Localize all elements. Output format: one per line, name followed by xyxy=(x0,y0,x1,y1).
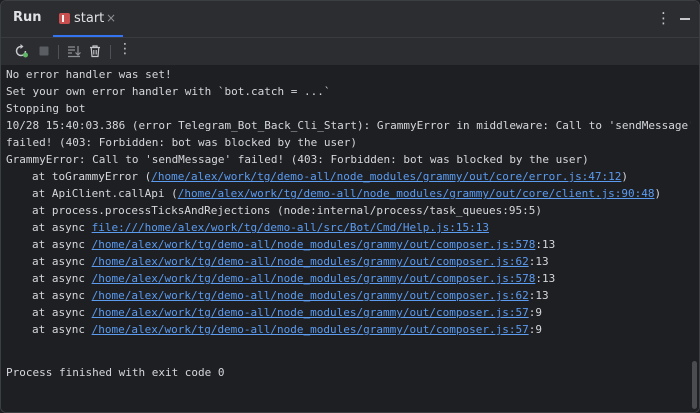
stack-frame-text: at async xyxy=(32,255,92,268)
stack-frame-text: at toGrammyError ( xyxy=(32,170,152,183)
exit-status-line: Process finished with exit code 0 xyxy=(6,366,225,379)
file-link[interactable]: /home/alex/work/tg/demo-all/node_modules… xyxy=(92,289,529,302)
stop-icon xyxy=(39,46,49,56)
stack-frame: at async /home/alex/work/tg/demo-all/nod… xyxy=(32,270,555,287)
console-line: GrammyError: Call to 'sendMessage' faile… xyxy=(6,153,589,166)
stack-frame: at async /home/alex/work/tg/demo-all/nod… xyxy=(32,287,549,304)
file-link[interactable]: /home/alex/work/tg/demo-all/node_modules… xyxy=(92,272,536,285)
file-link[interactable]: /home/alex/work/tg/demo-all/node_modules… xyxy=(151,170,621,183)
stack-frame-suffix: :13 xyxy=(535,238,556,251)
stack-frame: at async /home/alex/work/tg/demo-all/nod… xyxy=(32,236,555,253)
file-link[interactable]: /home/alex/work/tg/demo-all/node_modules… xyxy=(92,238,536,251)
stack-frame-suffix: :13 xyxy=(535,272,556,285)
toolbar-divider xyxy=(110,45,111,59)
console-line: No error handler was set! xyxy=(6,68,172,81)
minimize-icon[interactable] xyxy=(680,18,690,20)
trash-icon xyxy=(90,45,100,58)
tab-label: start xyxy=(74,11,105,26)
file-link[interactable]: /home/alex/work/tg/demo-all/node_modules… xyxy=(92,306,529,319)
console-line: 10/28 15:40:03.386 (error Telegram_Bot_B… xyxy=(6,119,695,132)
scroll-to-end-button[interactable] xyxy=(63,41,85,61)
console-output[interactable]: No error handler was set! Set your own e… xyxy=(1,65,695,412)
console-line: Stopping bot xyxy=(6,102,86,115)
stack-frame: at ApiClient.callApi (/home/alex/work/tg… xyxy=(32,185,661,202)
stop-button[interactable] xyxy=(33,41,55,61)
stack-frame: at async /home/alex/work/tg/demo-all/nod… xyxy=(32,304,542,321)
close-icon[interactable]: × xyxy=(106,11,116,25)
toolbar-divider xyxy=(58,45,59,59)
stack-frame-text: at process.processTicksAndRejections (no… xyxy=(32,204,542,217)
rerun-icon xyxy=(15,44,28,58)
file-link[interactable]: /home/alex/work/tg/demo-all/node_modules… xyxy=(92,255,529,268)
stack-frame-text: at async xyxy=(32,306,92,319)
vertical-scrollbar[interactable] xyxy=(691,65,699,412)
stack-frame-suffix: :13 xyxy=(528,255,549,268)
stack-frame-suffix: :9 xyxy=(528,306,542,319)
stack-frame-suffix: :13 xyxy=(528,289,549,302)
file-link[interactable]: /home/alex/work/tg/demo-all/node_modules… xyxy=(92,323,529,336)
clear-all-button[interactable] xyxy=(84,41,106,61)
stack-frame: at toGrammyError (/home/alex/work/tg/dem… xyxy=(32,168,628,185)
stack-frame-text: at async xyxy=(32,221,92,234)
file-link[interactable]: /home/alex/work/tg/demo-all/node_modules… xyxy=(178,187,655,200)
stack-frame-text: at async xyxy=(32,323,92,336)
options-more-icon[interactable]: ⋮ xyxy=(656,9,671,27)
tab-start[interactable]: start × xyxy=(53,1,123,37)
stack-frame: at async file:///home/alex/work/tg/demo-… xyxy=(32,219,489,236)
rerun-button[interactable] xyxy=(10,41,32,61)
stack-frame-text: at async xyxy=(32,238,92,251)
stack-frame-text: at async xyxy=(32,272,92,285)
toolbar-more-icon[interactable]: ⋮ xyxy=(118,41,132,57)
stack-frame: at async /home/alex/work/tg/demo-all/nod… xyxy=(32,321,542,338)
run-header: Run start × ⋮ xyxy=(1,1,699,38)
stack-frame-text: at ApiClient.callApi ( xyxy=(32,187,178,200)
scrollbar-thumb[interactable] xyxy=(692,361,697,409)
stack-frame: at async /home/alex/work/tg/demo-all/nod… xyxy=(32,253,549,270)
npm-icon xyxy=(59,13,70,24)
stack-frame-text: at async xyxy=(32,289,92,302)
stack-frame-suffix: ) xyxy=(621,170,629,183)
run-toolbar: ⋮ xyxy=(1,38,699,65)
console-line: failed! (403: Forbidden: bot was blocked… xyxy=(6,136,357,149)
console-line: Set your own error handler with `bot.cat… xyxy=(6,85,331,98)
run-tool-window: Run start × ⋮ ⋮ No error handler was set… xyxy=(0,0,700,413)
file-link[interactable]: file:///home/alex/work/tg/demo-all/src/B… xyxy=(92,221,489,234)
stack-frame: at process.processTicksAndRejections (no… xyxy=(32,202,542,219)
stack-frame-suffix: ) xyxy=(654,187,662,200)
scroll-to-end-icon xyxy=(68,46,81,58)
stack-frame-suffix: :9 xyxy=(528,323,542,336)
run-title: Run xyxy=(13,10,42,25)
